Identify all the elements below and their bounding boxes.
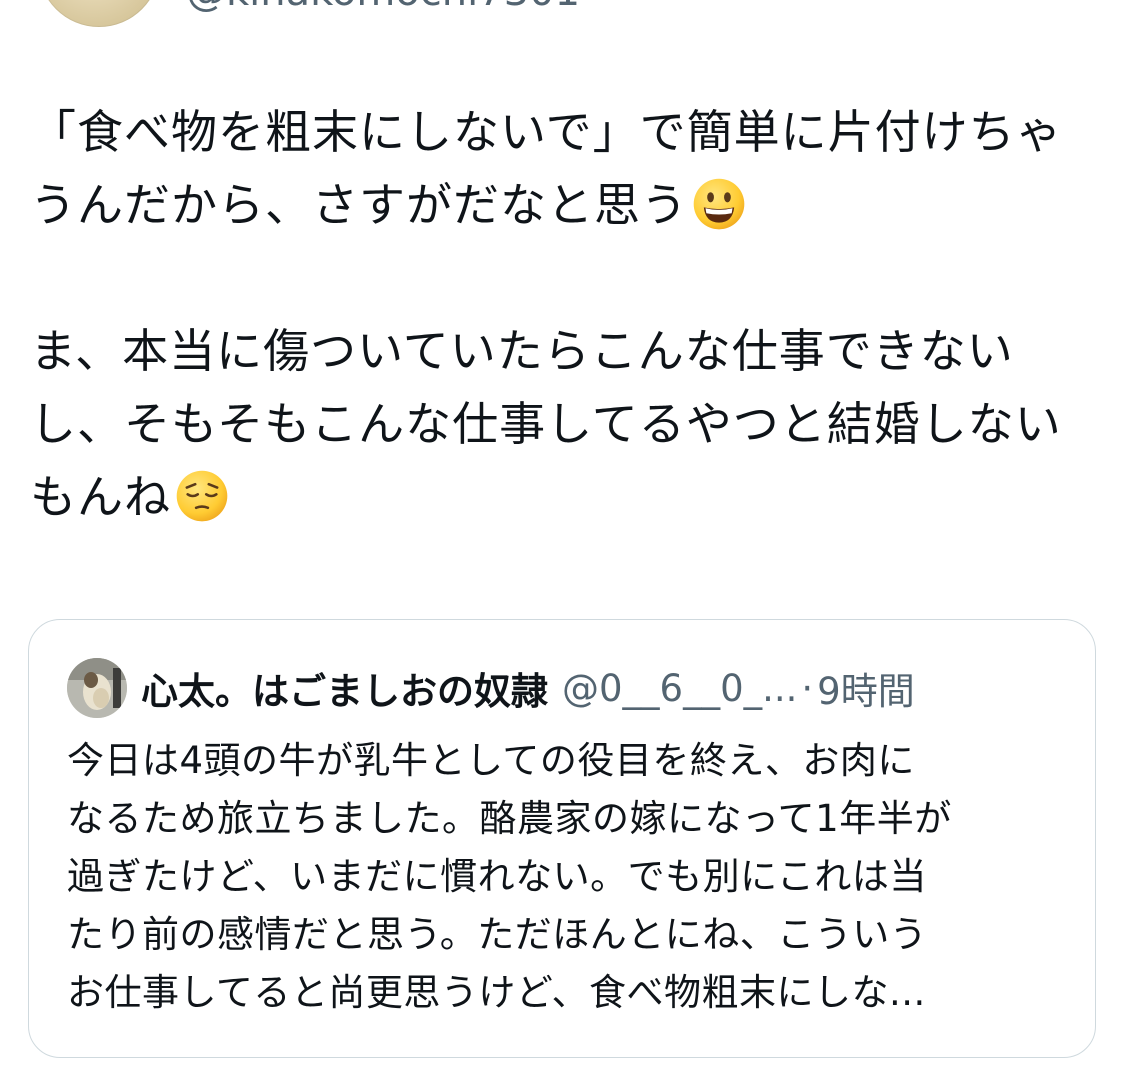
quoted-tweet-card[interactable]: 心太。はごましおの奴隷 @0__6__0_... · 9時間 今日は4頭の牛が乳… xyxy=(28,619,1096,1058)
quoted-tweet-line: なるため旅立ちました。酪農家の嫁になって1年半が xyxy=(67,797,952,840)
quoted-tweet-header: 心太。はごましおの奴隷 @0__6__0_... · 9時間 xyxy=(67,658,915,718)
tweet-line: し、そもそもこんな仕事してるやつと結婚しない xyxy=(30,397,1062,451)
tweet-line: 「食べ物を粗末にしないで」で簡単に片付けちゃ xyxy=(30,105,1063,159)
tweet-line: もんね xyxy=(30,470,171,524)
quoted-tweet-line: お仕事してると尚更思うけど、食べ物粗末にしな... xyxy=(67,971,926,1014)
grinning-face-emoji-icon xyxy=(693,178,745,230)
author-avatar[interactable] xyxy=(38,0,160,27)
quoted-author-name[interactable]: 心太。はごましおの奴隷 xyxy=(141,661,548,715)
quoted-tweet-line: たり前の感情だと思う。ただほんとにね、こういう xyxy=(67,913,928,956)
separator-dot: · xyxy=(801,666,814,710)
quoted-author-handle[interactable]: @0__6__0_... xyxy=(562,667,797,710)
dog-photo-icon xyxy=(67,658,127,718)
quoted-tweet-time[interactable]: 9時間 xyxy=(817,661,915,715)
tweet-paragraph-2: ま、本当に傷ついていたらこんな仕事できない し、そもそもこんな仕事してるやつと結… xyxy=(30,315,1100,534)
quoted-tweet-line: 今日は4頭の牛が乳牛としての役目を終え、お肉に xyxy=(67,739,915,782)
quoted-author-avatar[interactable] xyxy=(67,658,127,718)
pensive-face-emoji-icon xyxy=(176,470,228,522)
tweet-line: ま、本当に傷ついていたらこんな仕事できない xyxy=(30,324,1014,378)
quoted-tweet-line: 過ぎたけど、いまだに慣れない。でも別にこれは当 xyxy=(67,855,927,898)
quoted-tweet-text: 今日は4頭の牛が乳牛としての役目を終え、お肉に なるため旅立ちました。酪農家の嫁… xyxy=(67,732,1067,1022)
author-handle[interactable]: @kinakomochi7301 xyxy=(186,0,580,12)
tweet-line: うんだから、さすがだなと思う xyxy=(30,178,688,232)
tweet-text: 「食べ物を粗末にしないで」で簡単に片付けちゃ うんだから、さすがだなと思う ま、… xyxy=(30,96,1100,534)
tweet-paragraph-1: 「食べ物を粗末にしないで」で簡単に片付けちゃ うんだから、さすがだなと思う xyxy=(30,96,1100,242)
